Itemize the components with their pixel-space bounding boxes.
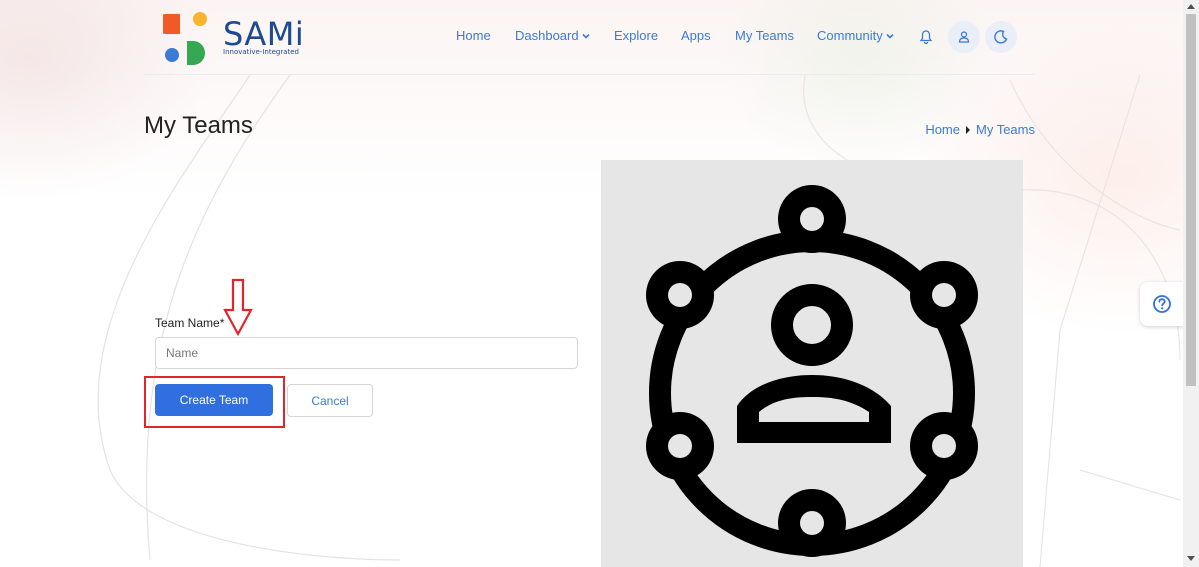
moon-icon [994,30,1008,44]
question-circle-icon [1153,295,1171,313]
breadcrumb: Home My Teams [925,122,1035,137]
notifications-button[interactable] [910,21,942,53]
caret-right-icon [966,125,970,134]
create-team-form: Team Name* Create Team Cancel [155,316,578,417]
scroll-up-icon[interactable] [1187,3,1195,11]
chevron-down-icon [886,33,894,39]
team-name-label: Team Name* [155,316,225,330]
nav-my-teams[interactable]: My Teams [735,28,794,43]
team-name-input[interactable] [155,337,578,369]
breadcrumb-home[interactable]: Home [925,122,960,137]
page-title: My Teams [144,112,253,139]
top-navbar: SAMi Innovative-Integrated Home Dashboar… [144,0,1034,75]
breadcrumb-my-teams[interactable]: My Teams [976,122,1035,137]
nav-home[interactable]: Home [456,28,491,43]
chevron-down-icon [582,33,590,39]
nav-community-label: Community [817,28,883,43]
brand-logo[interactable]: SAMi Innovative-Integrated [163,11,313,65]
create-team-button[interactable]: Create Team [155,384,273,416]
nav-dashboard-label: Dashboard [515,28,579,43]
nav-explore[interactable]: Explore [614,28,658,43]
nav-community[interactable]: Community [817,28,894,43]
user-icon [958,31,970,43]
scrollbar-thumb[interactable] [1186,14,1196,386]
scrollbar[interactable] [1183,0,1199,567]
team-illustration [601,160,1023,567]
bell-icon [919,30,933,45]
cancel-button[interactable]: Cancel [287,384,373,417]
theme-toggle-button[interactable] [985,21,1017,53]
nav-my-teams-label: My Teams [735,28,794,43]
nav-apps-label: Apps [681,28,711,43]
help-button[interactable] [1140,282,1184,326]
nav-explore-label: Explore [614,28,659,43]
brand-tagline: Innovative-Integrated [223,48,299,56]
team-network-icon [646,185,978,557]
nav-home-label: Home [456,28,491,43]
nav-apps[interactable]: Apps [681,28,711,43]
nav-dashboard[interactable]: Dashboard [515,28,590,43]
scroll-down-icon[interactable] [1187,554,1195,562]
logo-mark-icon [163,12,207,65]
profile-button[interactable] [948,21,980,53]
annotation-arrow-icon [223,278,253,337]
